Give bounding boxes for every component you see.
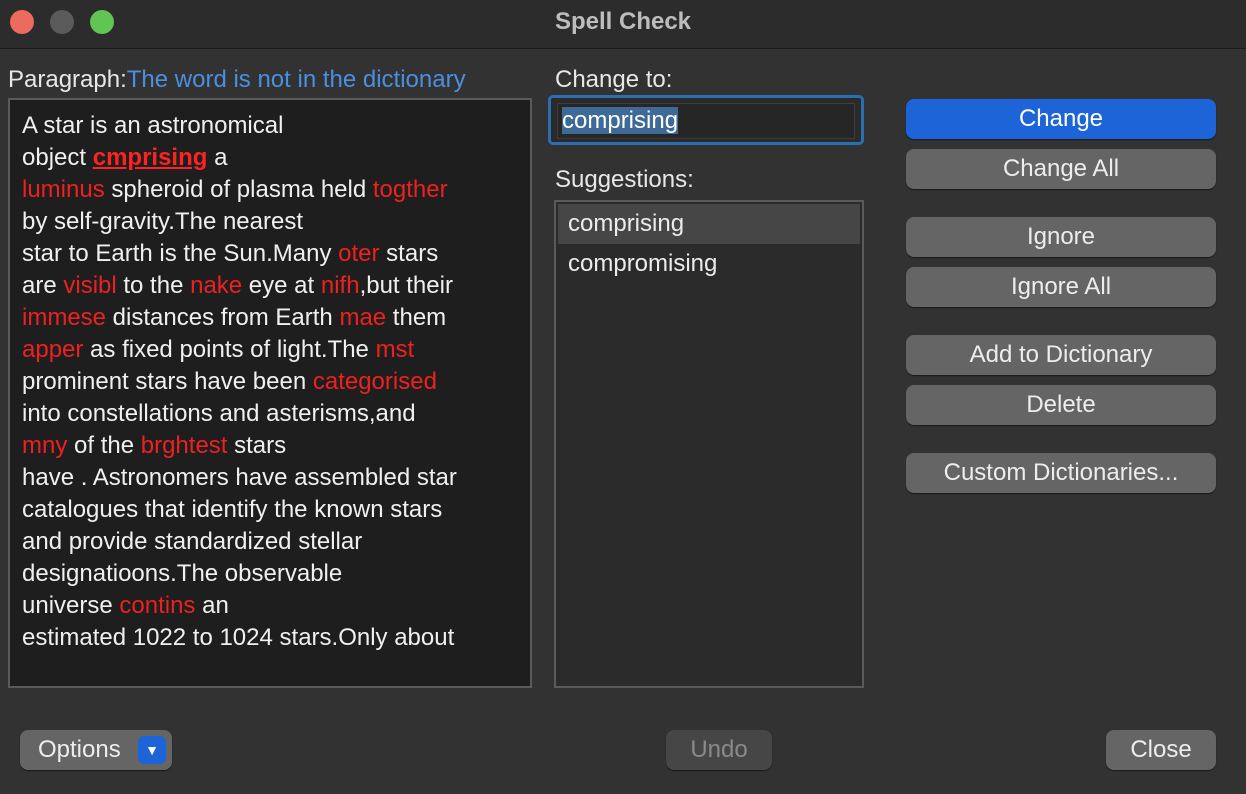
paragraph-line: immese distances from Earth mae them <box>22 302 522 334</box>
paragraph-line: luminus spheroid of plasma held togther <box>22 174 522 206</box>
paragraph-line: estimated 1022 to 1024 stars.Only about <box>22 622 522 654</box>
paragraph-text: A star is an astronomical object cmprisin… <box>22 110 522 654</box>
paragraph-text-run: prominent stars have been <box>22 368 313 395</box>
paragraph-text-run: spheroid of plasma held <box>104 176 373 203</box>
paragraph-line: into constellations and asterisms,and <box>22 398 522 430</box>
paragraph-text-run: have . Astronomers have assembled star <box>22 464 457 491</box>
misspelled-word: mny <box>22 432 68 459</box>
current-misspelled-word: cmprising <box>92 144 208 171</box>
misspelled-word: brghtest <box>140 432 228 459</box>
misspelled-word: apper <box>22 336 84 363</box>
paragraph-text-run: eye at <box>242 272 321 299</box>
misspelled-word: immese <box>22 304 107 331</box>
change-button[interactable]: Change <box>906 99 1216 139</box>
options-label: Options <box>38 736 121 763</box>
change-to-field-focus-ring: comprising <box>548 95 864 145</box>
change-to-input[interactable]: comprising <box>557 103 855 139</box>
misspelled-word: contins <box>119 592 196 619</box>
options-popup-button[interactable]: Options ▼ <box>20 730 172 770</box>
misspelled-word: oter <box>338 240 380 267</box>
paragraph-text-run: A star is an astronomical <box>22 112 284 139</box>
paragraph-text-run: stars <box>227 432 287 459</box>
close-button[interactable]: Close <box>1106 730 1216 770</box>
paragraph-text-run: designatioons.The observable <box>22 560 343 587</box>
paragraph-text-run: catalogues that identify the known stars <box>22 496 443 523</box>
paragraph-line: designatioons.The observable <box>22 558 522 590</box>
ignore-button[interactable]: Ignore <box>906 217 1216 257</box>
misspelled-word: luminus <box>22 176 105 203</box>
paragraph-text-run: universe <box>22 592 120 619</box>
title-bar: Spell Check <box>0 0 1246 49</box>
paragraph-text-run: distances from Earth <box>106 304 340 331</box>
paragraph-text-area[interactable]: A star is an astronomical object cmprisin… <box>8 98 532 688</box>
paragraph-text-run: star to Earth is the Sun.Many <box>22 240 339 267</box>
paragraph-text-run: object <box>22 144 93 171</box>
paragraph-line: by self-gravity.The nearest <box>22 206 522 238</box>
delete-button[interactable]: Delete <box>906 385 1216 425</box>
misspelled-word: categorised <box>312 368 437 395</box>
misspelled-word: visibl <box>63 272 117 299</box>
change-to-value: comprising <box>562 107 679 134</box>
paragraph-line: object cmprising a <box>22 142 522 174</box>
paragraph-line: universe contins an <box>22 590 522 622</box>
change-all-button[interactable]: Change All <box>906 149 1216 189</box>
suggestion-item[interactable]: compromising <box>558 244 860 284</box>
window-title: Spell Check <box>554 8 692 35</box>
paragraph-line: are visibl to the nake eye at nifh,but t… <box>22 270 522 302</box>
suggestions-list[interactable]: comprising compromising <box>554 200 864 688</box>
change-to-label: Change to: <box>555 66 673 93</box>
suggestion-item[interactable]: comprising <box>558 204 860 244</box>
paragraph-line: catalogues that identify the known stars <box>22 494 522 526</box>
paragraph-line: apper as fixed points of light.The mst <box>22 334 522 366</box>
paragraph-text-run: as fixed points of light.The <box>83 336 376 363</box>
paragraph-text-run: and provide standardized stellar <box>22 528 363 555</box>
paragraph-text-run: are <box>22 272 64 299</box>
chevron-down-icon: ▼ <box>138 736 166 764</box>
paragraph-text-run: a <box>207 144 228 171</box>
paragraph-line: prominent stars have been categorised <box>22 366 522 398</box>
paragraph-text-run: an <box>195 592 229 619</box>
misspelled-word: togther <box>372 176 448 203</box>
paragraph-line: star to Earth is the Sun.Many oter stars <box>22 238 522 270</box>
paragraph-label: Paragraph: <box>8 66 127 93</box>
misspelled-word: nifh <box>320 272 360 299</box>
spelling-status: The word is not in the dictionary <box>126 66 466 93</box>
paragraph-text-run: ,but their <box>359 272 453 299</box>
misspelled-word: mae <box>339 304 387 331</box>
paragraph-text-run: to the <box>116 272 191 299</box>
suggestions-label: Suggestions: <box>555 166 694 193</box>
paragraph-line: mny of the brghtest stars <box>22 430 522 462</box>
add-to-dictionary-button[interactable]: Add to Dictionary <box>906 335 1216 375</box>
paragraph-line: have . Astronomers have assembled star <box>22 462 522 494</box>
misspelled-word: mst <box>375 336 415 363</box>
paragraph-line: A star is an astronomical <box>22 110 522 142</box>
ignore-all-button[interactable]: Ignore All <box>906 267 1216 307</box>
paragraph-text-run: of the <box>67 432 141 459</box>
custom-dictionaries-button[interactable]: Custom Dictionaries... <box>906 453 1216 493</box>
paragraph-header: Paragraph:The word is not in the diction… <box>8 66 466 94</box>
paragraph-text-run: them <box>386 304 447 331</box>
misspelled-word: nake <box>190 272 243 299</box>
paragraph-text-run: estimated 1022 to 1024 stars.Only about <box>22 624 455 651</box>
paragraph-text-run: stars <box>379 240 439 267</box>
paragraph-line: and provide standardized stellar <box>22 526 522 558</box>
undo-button[interactable]: Undo <box>666 730 772 770</box>
paragraph-text-run: into constellations and asterisms,and <box>22 400 416 427</box>
paragraph-text-run: by self-gravity.The nearest <box>22 208 304 235</box>
